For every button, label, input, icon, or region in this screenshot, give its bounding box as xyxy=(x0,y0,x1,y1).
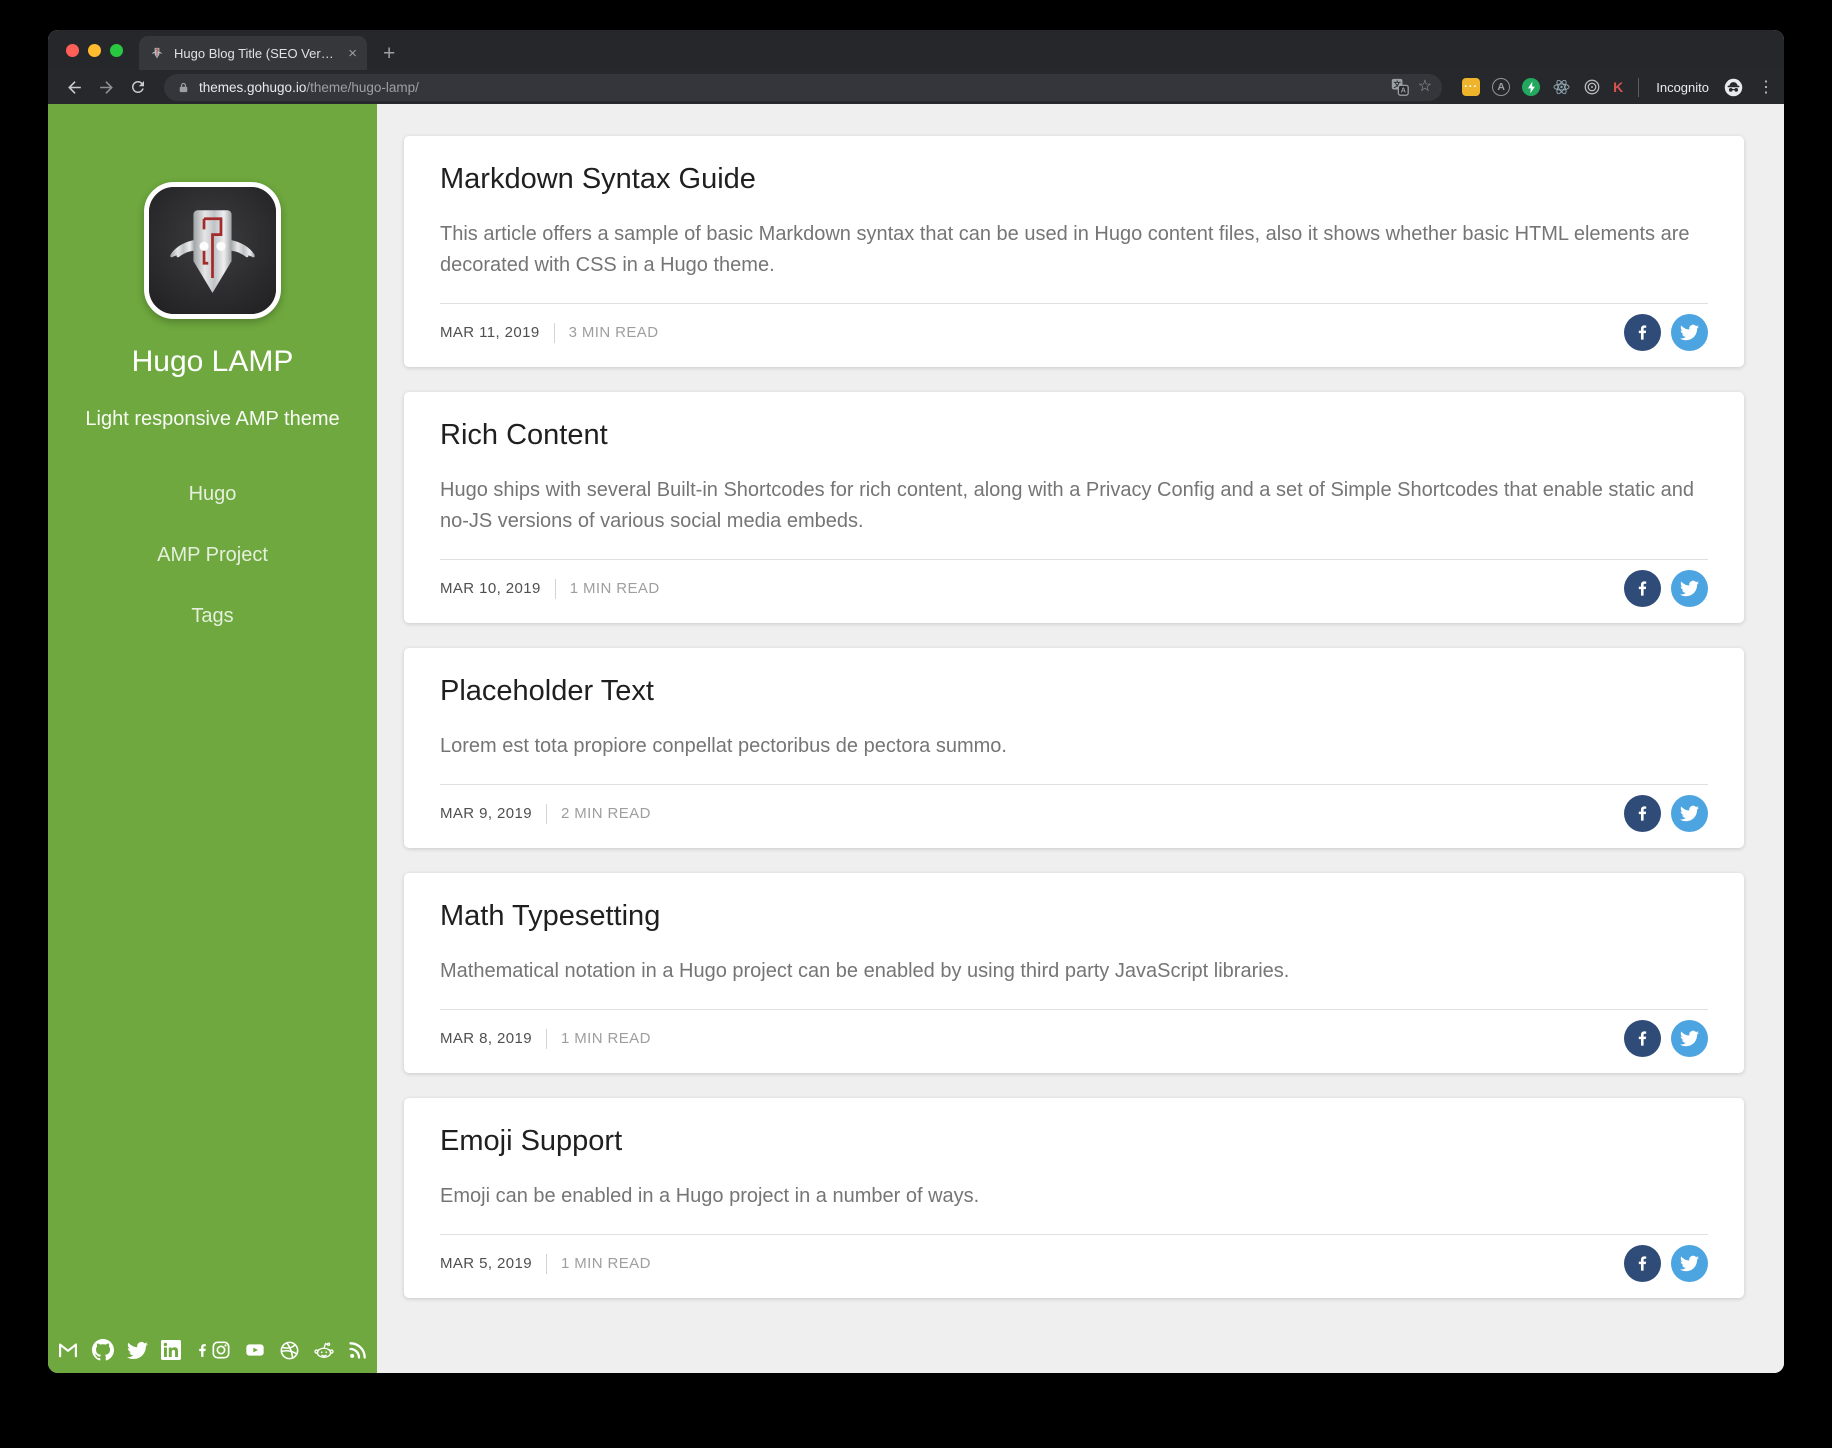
facebook-share-button[interactable] xyxy=(1624,795,1661,832)
minimize-window-button[interactable] xyxy=(88,43,101,57)
post-excerpt: Mathematical notation in a Hugo project … xyxy=(440,960,1290,982)
url-host: themes.gohugo.io xyxy=(199,79,307,95)
nav-item-hugo[interactable]: Hugo xyxy=(48,464,377,525)
post-card: Math Typesetting Mathematical notation i… xyxy=(404,873,1744,1073)
post-read-time: 3 MIN READ xyxy=(568,324,659,341)
forward-icon[interactable] xyxy=(92,73,120,101)
target-extension-icon[interactable] xyxy=(1583,78,1601,96)
post-excerpt: This article offers a sample of basic Ma… xyxy=(440,223,1690,276)
post-excerpt: Lorem est tota propiore conpellat pector… xyxy=(440,735,1007,757)
dribbble-icon[interactable] xyxy=(279,1340,300,1361)
post-meta: MAR 5, 2019 1 MIN READ xyxy=(440,1235,1708,1282)
facebook-icon[interactable] xyxy=(194,1342,211,1359)
post-date: MAR 5, 2019 xyxy=(440,1255,532,1272)
post-date: MAR 9, 2019 xyxy=(440,805,532,822)
amp-a-extension-icon[interactable]: A xyxy=(1492,78,1511,96)
k-extension-icon[interactable]: K xyxy=(1613,79,1623,95)
window-controls xyxy=(48,30,139,70)
github-icon[interactable] xyxy=(92,1339,114,1361)
post-meta: MAR 10, 2019 1 MIN READ xyxy=(440,560,1708,607)
facebook-share-button[interactable] xyxy=(1624,1020,1661,1057)
post-title[interactable]: Placeholder Text xyxy=(440,675,1708,708)
social-links xyxy=(57,1339,368,1361)
post-list: Markdown Syntax Guide This article offer… xyxy=(377,104,1784,1373)
meta-divider xyxy=(545,1028,547,1049)
incognito-label: Incognito xyxy=(1656,79,1709,95)
react-devtools-icon[interactable] xyxy=(1552,78,1571,96)
translate-icon[interactable]: 文 A xyxy=(1391,78,1409,96)
linkedin-icon[interactable] xyxy=(161,1340,181,1360)
post-card: Placeholder Text Lorem est tota propiore… xyxy=(404,648,1744,848)
meta-divider xyxy=(553,322,555,343)
post-title[interactable]: Rich Content xyxy=(440,419,1708,452)
post-date: MAR 8, 2019 xyxy=(440,1030,532,1047)
post-title[interactable]: Markdown Syntax Guide xyxy=(440,163,1708,196)
post-meta: MAR 8, 2019 1 MIN READ xyxy=(440,1010,1708,1057)
facebook-share-button[interactable] xyxy=(1624,314,1661,351)
post-title[interactable]: Math Typesetting xyxy=(440,900,1708,933)
tab-favicon-lamp-icon xyxy=(149,45,165,61)
post-meta: MAR 9, 2019 2 MIN READ xyxy=(440,785,1708,832)
zoom-window-button[interactable] xyxy=(110,43,123,57)
twitter-share-button[interactable] xyxy=(1671,570,1708,607)
close-tab-icon[interactable]: × xyxy=(348,46,357,61)
twitter-icon[interactable] xyxy=(127,1340,148,1361)
browser-window: Hugo Blog Title (SEO Version) × + themes… xyxy=(48,30,1784,1373)
browser-tab[interactable]: Hugo Blog Title (SEO Version) × xyxy=(139,36,367,70)
facebook-share-button[interactable] xyxy=(1624,1245,1661,1282)
url-path: /theme/hugo-lamp/ xyxy=(306,79,419,95)
post-meta: MAR 11, 2019 3 MIN READ xyxy=(440,304,1708,351)
instagram-icon[interactable] xyxy=(211,1340,231,1360)
post-card: Rich Content Hugo ships with several Bui… xyxy=(404,392,1744,623)
youtube-icon[interactable] xyxy=(244,1340,266,1360)
meta-divider xyxy=(545,1253,547,1274)
close-window-button[interactable] xyxy=(66,43,79,57)
reload-icon[interactable] xyxy=(124,73,152,101)
meta-divider xyxy=(554,578,556,599)
url-text: themes.gohugo.io/theme/hugo-lamp/ xyxy=(199,80,419,95)
browser-toolbar: themes.gohugo.io/theme/hugo-lamp/ 文 A ☆ … xyxy=(48,70,1784,104)
sidebar-nav: Hugo AMP Project Tags xyxy=(48,464,377,647)
address-bar[interactable]: themes.gohugo.io/theme/hugo-lamp/ 文 A ☆ xyxy=(164,73,1443,101)
site-title: Hugo LAMP xyxy=(131,345,294,378)
yellow-dots-extension-icon[interactable]: ··· xyxy=(1462,78,1481,96)
reddit-icon[interactable] xyxy=(313,1340,335,1361)
twitter-share-button[interactable] xyxy=(1671,314,1708,351)
gmail-icon[interactable] xyxy=(57,1340,79,1360)
toolbar-extensions: ··· A K Incognito ⋮ xyxy=(1452,77,1774,98)
post-card: Markdown Syntax Guide This article offer… xyxy=(404,136,1744,367)
tab-strip: Hugo Blog Title (SEO Version) × + xyxy=(48,30,1784,70)
post-read-time: 2 MIN READ xyxy=(560,805,651,822)
post-read-time: 1 MIN READ xyxy=(560,1030,651,1047)
post-read-time: 1 MIN READ xyxy=(569,580,660,597)
twitter-share-button[interactable] xyxy=(1671,1020,1708,1057)
facebook-share-button[interactable] xyxy=(1624,570,1661,607)
twitter-share-button[interactable] xyxy=(1671,1245,1708,1282)
post-date: MAR 10, 2019 xyxy=(440,580,541,597)
toolbar-separator xyxy=(1638,77,1640,97)
sidebar: Hugo LAMP Light responsive AMP theme Hug… xyxy=(48,104,377,1373)
tab-title: Hugo Blog Title (SEO Version) xyxy=(174,45,340,61)
lock-icon xyxy=(177,80,190,95)
site-logo[interactable] xyxy=(144,182,281,319)
incognito-icon xyxy=(1723,77,1744,98)
post-excerpt: Emoji can be enabled in a Hugo project i… xyxy=(440,1185,980,1207)
post-excerpt: Hugo ships with several Built-in Shortco… xyxy=(440,479,1695,532)
post-title[interactable]: Emoji Support xyxy=(440,1125,1708,1158)
post-date: MAR 11, 2019 xyxy=(440,324,540,341)
nav-item-tags[interactable]: Tags xyxy=(48,586,377,647)
nav-item-amp-project[interactable]: AMP Project xyxy=(48,525,377,586)
kebab-menu-icon[interactable]: ⋮ xyxy=(1758,77,1774,97)
rss-icon[interactable] xyxy=(348,1340,368,1360)
twitter-share-button[interactable] xyxy=(1671,795,1708,832)
new-tab-button[interactable]: + xyxy=(383,43,395,64)
site-tagline: Light responsive AMP theme xyxy=(85,408,340,430)
post-card: Emoji Support Emoji can be enabled in a … xyxy=(404,1098,1744,1298)
amp-lightning-extension-icon[interactable] xyxy=(1522,78,1541,96)
back-icon[interactable] xyxy=(60,73,88,101)
meta-divider xyxy=(545,803,547,824)
bookmark-star-icon[interactable]: ☆ xyxy=(1418,79,1432,95)
post-read-time: 1 MIN READ xyxy=(560,1255,651,1272)
svg-text:A: A xyxy=(1400,86,1406,95)
